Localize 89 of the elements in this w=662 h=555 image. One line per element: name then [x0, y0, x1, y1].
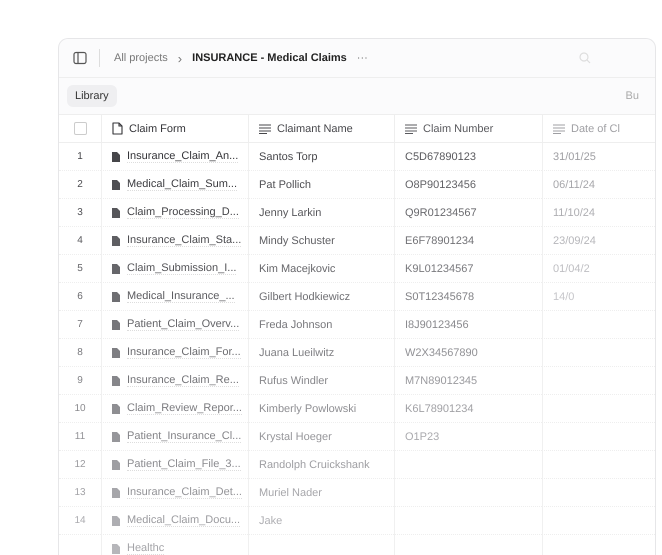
table-cell: Gilbert Hodkiewicz — [248, 283, 394, 311]
table-cell: Krystal Hoeger — [248, 423, 394, 451]
table-cell: O1P23 — [394, 423, 542, 451]
file-icon — [112, 376, 120, 386]
select-all-checkbox[interactable] — [74, 122, 86, 135]
text-lines-icon — [259, 124, 271, 134]
row-number: 9 — [77, 375, 83, 386]
file-icon — [112, 236, 120, 246]
row-number: 1 — [77, 151, 83, 162]
row-number: 14 — [74, 515, 86, 526]
file-link[interactable]: Insurance_Claim_Sta... — [127, 234, 242, 247]
column-header[interactable]: Claim Number — [394, 114, 542, 143]
table-cell: 23/09/24 — [542, 227, 655, 255]
table-cell: C5D67890123 — [394, 143, 542, 171]
row-number: 3 — [77, 207, 83, 218]
table-cell: Kim Macejkovic — [248, 255, 394, 283]
file-link[interactable]: Medical_Claim_Sum... — [127, 178, 238, 191]
file-link[interactable]: Insurance_Claim_An... — [127, 150, 238, 163]
row-number: 10 — [74, 403, 86, 414]
table-cell: O8P90123456 — [394, 171, 542, 199]
table-cell: Mindy Schuster — [248, 227, 394, 255]
table-cell: Freda Johnson — [248, 311, 394, 339]
file-icon — [112, 208, 120, 218]
table-cell: Pat Pollich — [248, 171, 394, 199]
table-cell: 11/10/24 — [542, 199, 655, 227]
file-icon — [112, 320, 120, 330]
table-cell: 01/04/2 — [542, 255, 655, 283]
more-button[interactable]: ··· — [356, 52, 368, 64]
file-icon — [112, 348, 120, 358]
file-link[interactable]: Claim_Review_Repor... — [127, 402, 242, 415]
file-icon — [112, 404, 120, 414]
row-number: 12 — [74, 459, 86, 470]
table-cell: I8J90123456 — [394, 311, 542, 339]
file-link[interactable]: Patient_Claim_File_3... — [127, 458, 241, 471]
table-cell: 14/0 — [542, 283, 655, 311]
table-cell: Juana Lueilwitz — [248, 339, 394, 367]
row-number: 4 — [77, 235, 83, 246]
table-cell: K9L01234567 — [394, 255, 542, 283]
sidebar-toggle-icon[interactable] — [73, 51, 87, 65]
text-lines-icon — [405, 124, 417, 134]
text-lines-icon — [553, 124, 565, 134]
file-icon — [112, 488, 120, 498]
table-cell: 06/11/24 — [542, 171, 655, 199]
column-header[interactable]: Claim Form — [101, 114, 248, 143]
table-cell: Santos Torp — [248, 143, 394, 171]
file-link[interactable]: Insurance_Claim_For... — [127, 346, 241, 359]
row-number: 13 — [74, 487, 86, 498]
file-icon — [112, 292, 120, 302]
file-link[interactable]: Insurance_Claim_Det... — [127, 486, 242, 499]
project-title: INSURANCE - Medical Claims — [192, 52, 347, 64]
file-link[interactable]: Medical_Insurance_... — [127, 290, 235, 303]
file-link[interactable]: Patient_Claim_Overv... — [127, 318, 240, 331]
table-cell: K6L78901234 — [394, 395, 542, 423]
table-cell: Jake — [248, 507, 394, 535]
library-button[interactable]: Library — [67, 85, 117, 107]
file-icon — [112, 180, 120, 190]
table-cell: 31/01/25 — [542, 143, 655, 171]
file-icon — [112, 516, 120, 526]
table-cell: Kimberly Powlowski — [248, 395, 394, 423]
file-link[interactable]: Claim_Submission_I... — [127, 262, 236, 275]
table-cell: M7N89012345 — [394, 367, 542, 395]
table-cell: S0T12345678 — [394, 283, 542, 311]
table-cell: Jenny Larkin — [248, 199, 394, 227]
file-link[interactable]: Medical_Claim_Docu... — [127, 514, 240, 527]
file-link[interactable]: Claim_Processing_D... — [127, 206, 239, 219]
row-number: 5 — [77, 263, 83, 274]
row-number: 2 — [77, 179, 83, 190]
breadcrumb-link[interactable]: All projects — [114, 52, 168, 64]
table-cell: E6F78901234 — [394, 227, 542, 255]
document-icon — [112, 122, 123, 135]
table-cell: Muriel Nader — [248, 479, 394, 507]
table-cell: Rufus Windler — [248, 367, 394, 395]
row-number: 8 — [77, 347, 83, 358]
file-link[interactable]: Patient_Insurance_Cl... — [127, 430, 242, 443]
column-header[interactable]: Claimant Name — [248, 114, 394, 143]
file-icon — [112, 152, 120, 162]
row-number: 7 — [77, 319, 83, 330]
file-icon — [112, 544, 120, 554]
search-icon[interactable] — [579, 52, 591, 64]
file-icon — [112, 432, 120, 442]
table-cell: Randolph Cruickshank — [248, 451, 394, 479]
file-icon — [112, 264, 120, 274]
row-number: 11 — [74, 431, 86, 442]
table-cell: W2X34567890 — [394, 339, 542, 367]
file-icon — [112, 460, 120, 470]
row-number: 6 — [77, 291, 83, 302]
file-link[interactable]: Insurance_Claim_Re... — [127, 374, 239, 387]
breadcrumb-separator: › — [178, 50, 182, 66]
table-cell: Q9R01234567 — [394, 199, 542, 227]
